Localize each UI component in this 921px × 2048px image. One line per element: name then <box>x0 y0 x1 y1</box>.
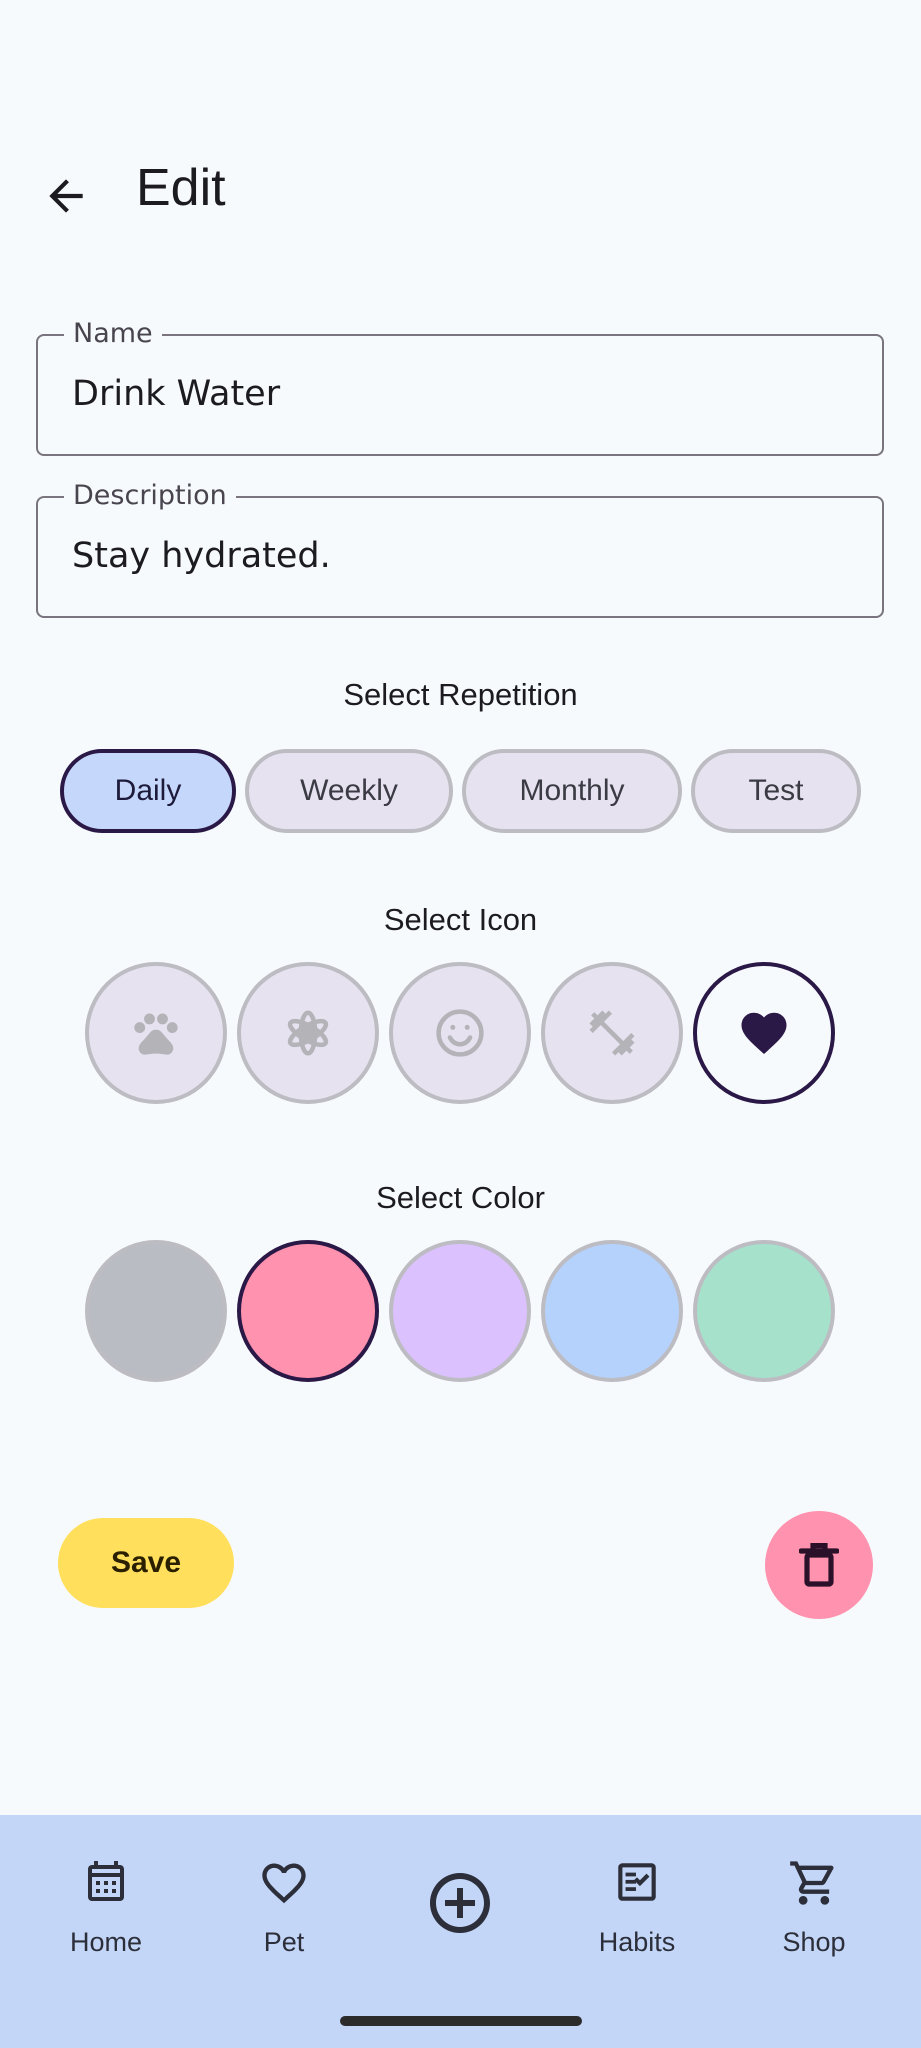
cart-icon <box>790 1861 834 1905</box>
heart-outline-icon <box>262 1863 306 1904</box>
icon-option-flower[interactable] <box>237 962 379 1104</box>
icon-option-paw[interactable] <box>85 962 227 1104</box>
trash-icon <box>799 1543 839 1587</box>
paw-icon <box>134 1013 178 1055</box>
description-field[interactable]: Description Stay hydrated. <box>36 480 884 618</box>
page-title: Edit <box>136 159 226 217</box>
repetition-chip-weekly[interactable]: Weekly <box>245 749 453 833</box>
color-option-pink[interactable] <box>237 1240 379 1382</box>
select-icon-title: Select Icon <box>383 902 538 937</box>
flower-icon <box>287 1010 329 1056</box>
description-field-label: Description <box>64 480 236 512</box>
checklist-icon <box>618 1863 656 1901</box>
arrow-back-icon <box>49 179 83 213</box>
calendar-icon <box>88 1861 124 1901</box>
nav-label-pet: Pet <box>263 1927 305 1957</box>
color-option-mint[interactable] <box>693 1240 835 1382</box>
nav-label-habits: Habits <box>598 1927 676 1957</box>
color-option-gray[interactable] <box>85 1240 227 1382</box>
select-repetition-title: Select Repetition <box>343 677 578 712</box>
nav-item-shop[interactable]: Shop <box>724 1815 904 2005</box>
nav-item-add[interactable] <box>370 1815 550 2005</box>
repetition-chip-monthly[interactable]: Monthly <box>462 749 682 833</box>
description-field-value: Stay hydrated. <box>72 536 331 576</box>
bottom-navigation: Home Pet Habits Shop <box>0 1815 921 2048</box>
name-field-value: Drink Water <box>72 374 281 414</box>
repetition-chip-test[interactable]: Test <box>691 749 861 833</box>
icon-option-dumbbell[interactable] <box>541 962 683 1104</box>
home-indicator <box>340 2016 582 2026</box>
smiley-icon <box>436 1009 484 1057</box>
back-button[interactable] <box>30 160 102 232</box>
heart-icon <box>741 1012 787 1055</box>
name-field[interactable]: Name Drink Water <box>36 318 884 456</box>
repetition-chip-daily[interactable]: Daily <box>60 749 236 833</box>
status-bar <box>0 0 921 100</box>
top-app-bar: Edit <box>0 120 921 260</box>
delete-button[interactable] <box>765 1511 873 1619</box>
name-field-label: Name <box>64 318 162 350</box>
add-circle-icon <box>430 1873 490 1933</box>
color-option-light-blue[interactable] <box>541 1240 683 1382</box>
icon-option-smiley[interactable] <box>389 962 531 1104</box>
nav-label-home: Home <box>69 1927 143 1957</box>
save-button[interactable]: Save <box>58 1518 234 1608</box>
dumbbell-icon <box>589 1010 635 1056</box>
nav-item-habits[interactable]: Habits <box>547 1815 727 2005</box>
nav-label-shop: Shop <box>782 1927 846 1957</box>
select-color-title: Select Color <box>376 1180 545 1215</box>
nav-item-pet[interactable]: Pet <box>194 1815 374 2005</box>
icon-option-heart[interactable] <box>693 962 835 1104</box>
color-option-lavender[interactable] <box>389 1240 531 1382</box>
nav-item-home[interactable]: Home <box>16 1815 196 2005</box>
